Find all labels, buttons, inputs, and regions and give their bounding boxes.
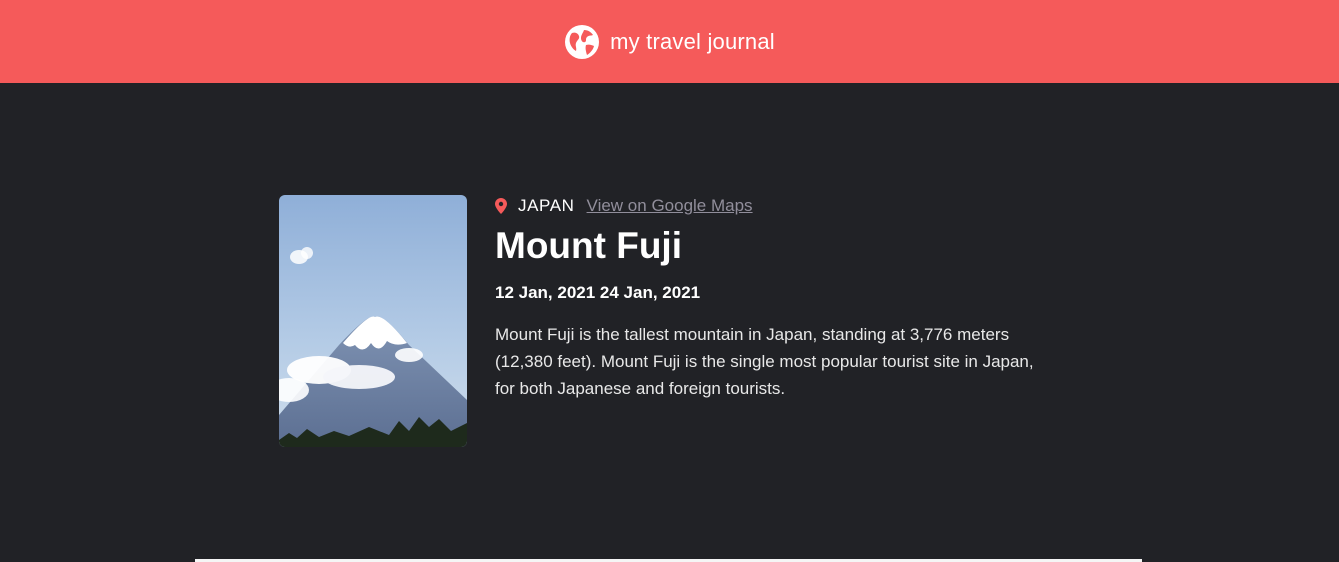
map-pin-icon [495,198,507,214]
google-maps-link[interactable]: View on Google Maps [587,196,753,216]
location-label: JAPAN [518,196,575,215]
entry-details: JAPAN View on Google Maps Mount Fuji 12 … [495,195,1065,419]
entry-title: Mount Fuji [495,225,682,266]
entry-dates: 12 Jan, 2021 24 Jan, 2021 [495,283,701,302]
app-title: my travel journal [610,28,775,54]
entry-description: Mount Fuji is the tallest mountain in Ja… [495,325,1034,398]
location-row: JAPAN View on Google Maps [495,195,1065,217]
journal-entry: JAPAN View on Google Maps Mount Fuji 12 … [279,195,1079,447]
app-header: my travel journal [0,0,1339,83]
globe-icon [565,24,600,59]
mount-fuji-photo [279,195,467,447]
